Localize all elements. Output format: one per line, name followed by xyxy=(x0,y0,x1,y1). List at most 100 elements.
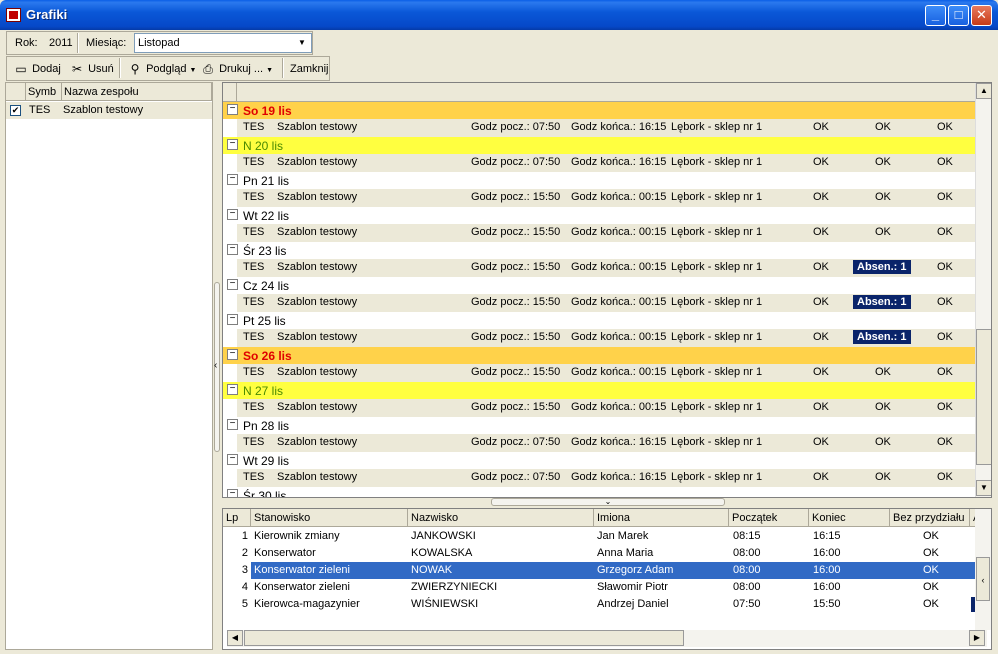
shift-end: Godz końca.: 16:15 xyxy=(571,471,667,483)
shift-template: Szablon testowy xyxy=(277,226,358,238)
shift-row[interactable]: TES Szablon testowy Godz pocz.: 15:50 Godz … xyxy=(237,189,975,207)
employee-row[interactable]: 3 Konserwator zieleni NOWAK Grzegorz Adam 08… xyxy=(223,562,975,579)
day-header[interactable]: − Pn 21 lis xyxy=(223,172,975,189)
shift-template: Szablon testowy xyxy=(277,156,358,168)
collapse-icon[interactable]: − xyxy=(227,384,238,395)
close-window-button[interactable]: Zamknij xyxy=(290,61,329,77)
print-button[interactable]: ⎙ Drukuj ... ▼ xyxy=(200,61,273,77)
collapse-icon[interactable]: − xyxy=(227,349,238,360)
day-header[interactable]: − Pt 25 lis xyxy=(223,312,975,329)
close-button[interactable]: ✕ xyxy=(971,5,992,26)
month-select[interactable]: Listopad ▼ xyxy=(134,33,312,53)
employees-hscrollbar[interactable]: ◀ ▶ xyxy=(227,630,987,647)
delete-button[interactable]: ✂ Usuń xyxy=(69,61,114,77)
shift-row[interactable]: TES Szablon testowy Godz pocz.: 15:50 Godz … xyxy=(237,294,975,312)
surname: KOWALSKA xyxy=(411,547,473,559)
schedule-grid[interactable]: − So 19 lis TES Szablon testowy Godz pocz.: … xyxy=(222,82,992,498)
column-header[interactable]: Lp xyxy=(223,509,251,527)
column-header[interactable]: Stanowisko xyxy=(251,509,408,527)
shift-template: Szablon testowy xyxy=(277,436,358,448)
collapse-icon[interactable]: − xyxy=(227,139,238,150)
status-3: OK xyxy=(937,436,953,448)
collapse-icon[interactable]: − xyxy=(227,244,238,255)
shift-row[interactable]: TES Szablon testowy Godz pocz.: 15:50 Godz … xyxy=(237,399,975,417)
collapse-icon[interactable]: − xyxy=(227,209,238,220)
column-header[interactable]: Początek xyxy=(729,509,809,527)
shift-row[interactable]: TES Szablon testowy Godz pocz.: 07:50 Godz … xyxy=(237,469,975,487)
collapse-icon[interactable]: − xyxy=(227,174,238,185)
day-header[interactable]: − Śr 30 lis xyxy=(223,487,975,497)
dropdown-arrow-icon[interactable]: ▼ xyxy=(266,67,273,74)
scroll-right-icon[interactable]: ▶ xyxy=(969,630,985,646)
column-header[interactable]: Imiona xyxy=(594,509,729,527)
employee-row[interactable]: 1 Kierownik zmiany JANKOWSKI Jan Marek 08:15… xyxy=(223,528,975,545)
add-button[interactable]: ▭ Dodaj xyxy=(13,61,60,77)
collapse-icon[interactable]: − xyxy=(227,314,238,325)
row-number: 1 xyxy=(241,530,248,542)
horizontal-splitter[interactable]: ⌄ xyxy=(491,498,725,506)
team-symbol: TES xyxy=(29,104,51,116)
unassigned-status: OK xyxy=(923,581,939,593)
team-row[interactable]: ✔ TES Szablon testowy xyxy=(6,102,212,119)
action-toolbar: ▭ Dodaj ✂ Usuń ⚲ Podgląd ▼ ⎙ Drukuj ... … xyxy=(6,56,330,81)
shift-row[interactable]: TES Szablon testowy Godz pocz.: 15:50 Godz … xyxy=(237,329,975,347)
employee-row[interactable]: 2 Konserwator KOWALSKA Anna Maria 08:00 16:00… xyxy=(223,545,975,562)
scroll-left-icon[interactable]: ◀ xyxy=(227,630,243,646)
day-label: Cz 24 lis xyxy=(243,279,290,293)
collapse-icon[interactable]: − xyxy=(227,104,238,115)
collapse-left-icon[interactable]: ‹ xyxy=(214,360,217,371)
day-header[interactable]: − Cz 24 lis xyxy=(223,277,975,294)
team-checkbox[interactable]: ✔ xyxy=(10,105,21,116)
scroll-thumb[interactable] xyxy=(244,630,684,646)
day-header[interactable]: − Pn 28 lis xyxy=(223,417,975,434)
teams-header-symbol[interactable]: Symb xyxy=(26,83,62,101)
column-header[interactable]: Nazwisko xyxy=(408,509,594,527)
scroll-up-icon[interactable]: ▲ xyxy=(976,83,991,99)
day-header[interactable]: − Śr 23 lis xyxy=(223,242,975,259)
vertical-splitter[interactable]: ‹ xyxy=(213,82,222,650)
status-1: OK xyxy=(813,401,829,413)
status-2: OK xyxy=(875,366,891,378)
day-header[interactable]: − So 19 lis xyxy=(223,102,975,119)
shift-symbol: TES xyxy=(243,191,265,203)
shift-row[interactable]: TES Szablon testowy Godz pocz.: 07:50 Godz … xyxy=(237,154,975,172)
chevron-down-icon[interactable]: ⌄ xyxy=(605,497,612,506)
collapse-icon[interactable]: − xyxy=(227,454,238,465)
year-value[interactable]: 2011 xyxy=(49,37,73,49)
scroll-thumb[interactable]: ‹ xyxy=(976,557,990,601)
maximize-button[interactable]: □ xyxy=(948,5,969,26)
day-header[interactable]: − N 27 lis xyxy=(223,382,975,399)
employees-vscrollbar[interactable]: ‹ xyxy=(975,509,991,630)
day-header[interactable]: − Wt 29 lis xyxy=(223,452,975,469)
collapse-icon[interactable]: − xyxy=(227,279,238,290)
day-header[interactable]: − So 26 lis xyxy=(223,347,975,364)
chevron-down-icon[interactable]: ▼ xyxy=(294,35,310,51)
shift-row[interactable]: TES Szablon testowy Godz pocz.: 15:50 Godz … xyxy=(237,259,975,277)
absence-badge[interactable]: Absen.: 1 xyxy=(853,295,911,309)
shift-row[interactable]: TES Szablon testowy Godz pocz.: 07:50 Godz … xyxy=(237,119,975,137)
column-header[interactable]: Koniec xyxy=(809,509,890,527)
schedule-scrollbar[interactable]: ▲ ▼ xyxy=(975,83,991,497)
dropdown-arrow-icon[interactable]: ▼ xyxy=(190,67,197,74)
shift-row[interactable]: TES Szablon testowy Godz pocz.: 07:50 Godz … xyxy=(237,434,975,452)
collapse-icon[interactable]: − xyxy=(227,419,238,430)
preview-button[interactable]: ⚲ Podgląd ▼ xyxy=(127,61,197,77)
day-header[interactable]: − N 20 lis xyxy=(223,137,975,154)
column-header[interactable]: Bez przydziału xyxy=(890,509,970,527)
shift-row[interactable]: TES Szablon testowy Godz pocz.: 15:50 Godz … xyxy=(237,224,975,242)
scroll-down-icon[interactable]: ▼ xyxy=(976,480,991,496)
title-bar[interactable]: Grafiki _ □ ✕ xyxy=(0,0,998,30)
minimize-button[interactable]: _ xyxy=(925,5,946,26)
scroll-thumb[interactable] xyxy=(976,329,991,465)
employee-row[interactable]: 5 Kierowca-magazynier WIŚNIEWSKI Andrzej Da… xyxy=(223,596,975,613)
employee-row[interactable]: 4 Konserwator zieleni ZWIERZYNIECKI Sławomi… xyxy=(223,579,975,596)
day-header[interactable]: − Wt 22 lis xyxy=(223,207,975,224)
employees-grid[interactable]: Lp Stanowisko Nazwisko Imiona Początek Koniec… xyxy=(222,508,992,650)
collapse-icon[interactable]: − xyxy=(227,489,238,497)
teams-grid[interactable]: Symb Nazwa zespołu ✔ TES Szablon testowy xyxy=(5,82,213,650)
absence-badge[interactable]: Absen.: 1 xyxy=(853,330,911,344)
first-names: Grzegorz Adam xyxy=(597,564,674,576)
shift-row[interactable]: TES Szablon testowy Godz pocz.: 15:50 Godz … xyxy=(237,364,975,382)
teams-header-name[interactable]: Nazwa zespołu xyxy=(62,83,212,101)
absence-badge[interactable]: Absen.: 1 xyxy=(853,260,911,274)
